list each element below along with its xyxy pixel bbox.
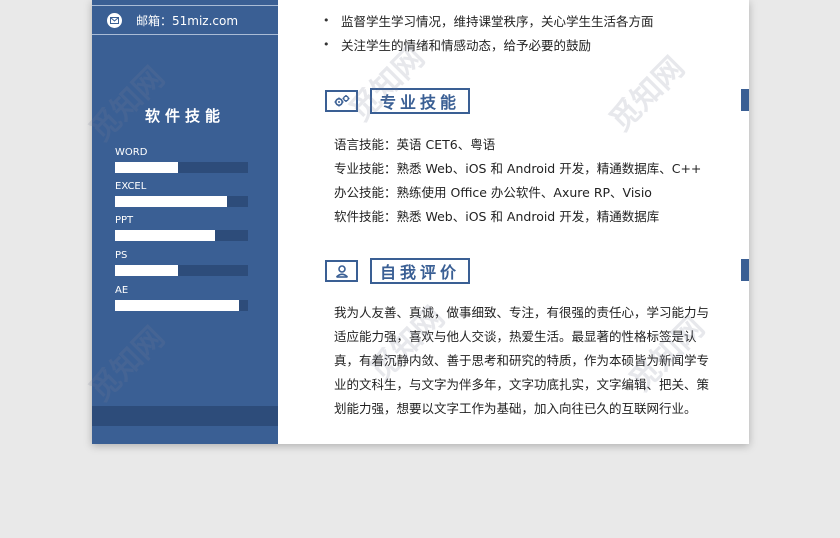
email-row: 邮箱：51miz.com xyxy=(107,11,238,29)
skill-bar-fill xyxy=(115,162,178,173)
section-title: 自我评价 xyxy=(370,258,471,284)
sidebar-divider xyxy=(92,5,278,6)
skill-bar-track xyxy=(115,196,248,207)
list-item: • 关注学生的情绪和情感动态，给予必要的鼓励 xyxy=(323,37,592,53)
list-item: 专业技能：熟悉 Web、iOS 和 Android 开发，精通数据库、C++ xyxy=(334,161,702,176)
section-tab-marker xyxy=(741,89,749,111)
skill-name: EXCEL xyxy=(115,181,147,192)
skill-ae: AE xyxy=(115,284,248,311)
list-item: 语言技能：英语 CET6、粤语 xyxy=(334,137,496,152)
sidebar-divider xyxy=(92,34,278,35)
skill-excel: EXCEL xyxy=(115,180,248,207)
skill-name: PPT xyxy=(115,215,134,226)
sidebar-footer-band xyxy=(92,406,278,426)
skill-name: AE xyxy=(115,285,129,296)
skill-name: PS xyxy=(115,250,128,261)
skill-bar-fill xyxy=(115,300,239,311)
skill-ps: PS xyxy=(115,249,248,276)
self-evaluation-header: 自我评价 xyxy=(325,258,471,284)
skill-bar-track xyxy=(115,162,248,173)
skill-name: WORD xyxy=(115,147,148,158)
skill-bar-fill xyxy=(115,230,215,241)
skill-bar-fill xyxy=(115,196,227,207)
sidebar-footer xyxy=(92,426,278,444)
bullet-icon: • xyxy=(323,13,330,27)
section-tab-marker xyxy=(741,259,749,281)
skill-word: WORD xyxy=(115,146,248,173)
skill-bar-track xyxy=(115,265,248,276)
bullet-icon: • xyxy=(323,37,330,51)
mail-icon xyxy=(107,12,122,28)
list-item: 软件技能：熟悉 Web、iOS 和 Android 开发，精通数据库 xyxy=(334,209,660,224)
professional-skills-list: 语言技能：英语 CET6、粤语 专业技能：熟悉 Web、iOS 和 Androi… xyxy=(334,133,701,229)
skill-bar-track xyxy=(115,300,248,311)
email-text: 邮箱：51miz.com xyxy=(136,13,239,28)
experience-bullets: • 监督学生学习情况，维持课堂秩序，关心学生生活各方面 • 关注学生的情绪和情感动态… xyxy=(323,8,654,56)
skill-bar-fill xyxy=(115,265,178,276)
skill-ppt: PPT xyxy=(115,214,248,241)
person-icon xyxy=(325,260,358,282)
list-item: • 监督学生学习情况，维持课堂秩序，关心学生生活各方面 xyxy=(323,13,654,29)
list-item: 办公技能：熟练使用 Office 办公软件、Axure RP、Visio xyxy=(334,185,652,200)
skill-bar-track xyxy=(115,230,248,241)
